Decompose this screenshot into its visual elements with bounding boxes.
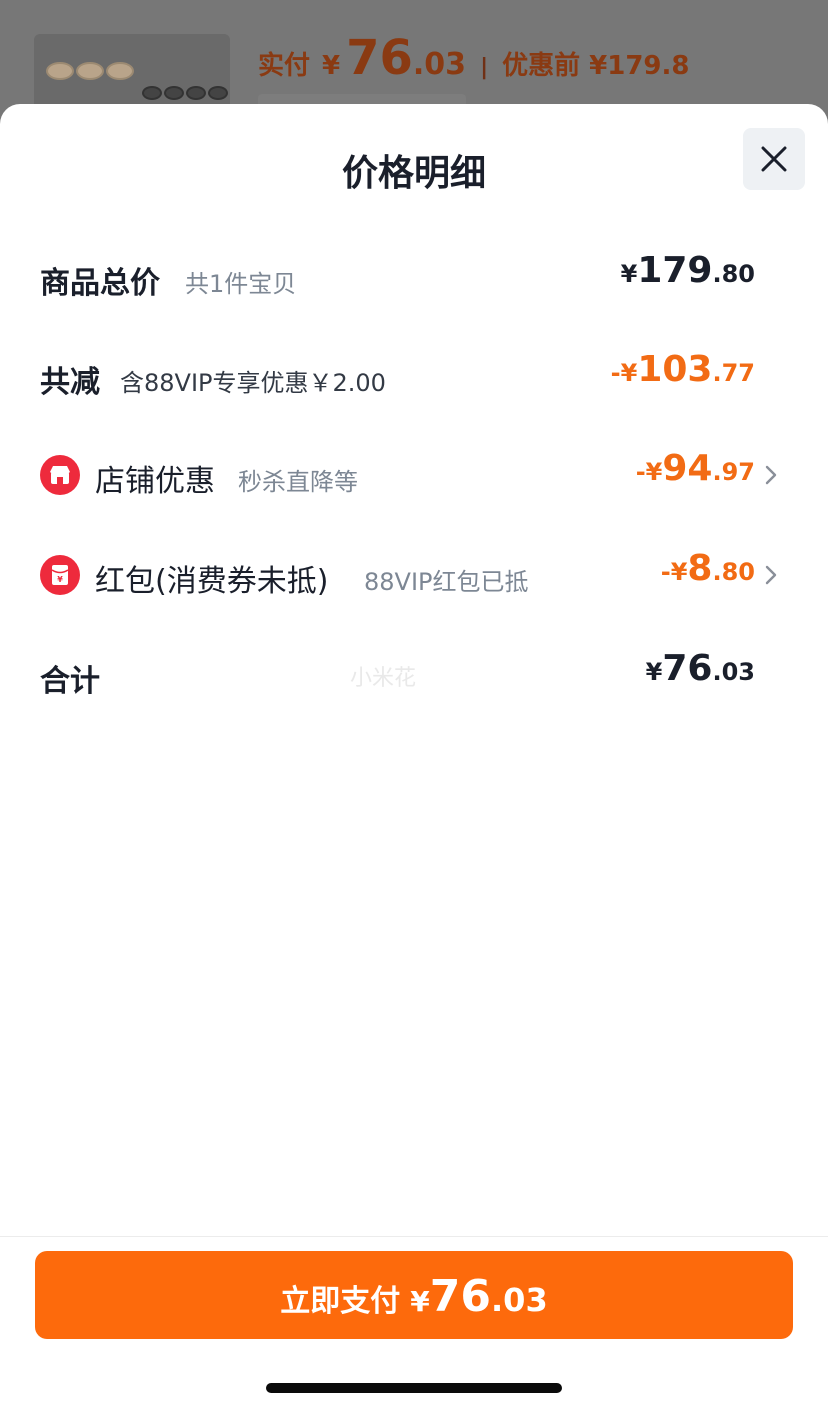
close-icon [761, 146, 787, 172]
pay-now-label: 立即支付 [280, 1284, 401, 1319]
currency-symbol: ¥ [322, 51, 341, 81]
amount-int: 8 [687, 548, 713, 589]
currency-symbol: -¥ [610, 359, 638, 387]
price-detail-sheet: 价格明细 商品总价 共1件宝贝 ¥ 179 .80 共减 含88VIP专享优惠￥… [0, 104, 828, 1412]
row-total-goods: 商品总价 共1件宝贝 ¥ 179 .80 [0, 246, 828, 306]
product-cup [208, 86, 228, 100]
actual-pay-dec: .03 [412, 47, 467, 82]
currency-symbol: ¥ [645, 658, 663, 686]
background-price-summary: 实付 ¥ 76 .03 | 优惠前 ¥179.8 [258, 30, 690, 90]
amount-int: 179 [637, 250, 713, 291]
original-price: 优惠前 ¥179.8 [502, 51, 690, 81]
product-thumbnail [34, 34, 230, 114]
store-discount-amount: -¥ 94 .97 [636, 448, 755, 489]
amount-int: 76 [662, 648, 713, 689]
chevron-right-icon [765, 565, 777, 585]
amount-int: 103 [637, 349, 713, 390]
total-goods-amount: ¥ 179 .80 [621, 250, 755, 291]
product-cup [186, 86, 206, 100]
store-icon [40, 455, 80, 495]
store-discount-label: 店铺优惠 [95, 464, 215, 499]
footer-divider [0, 1236, 828, 1237]
pay-amount-int: 76 [429, 1271, 492, 1322]
sum-amount: ¥ 76 .03 [646, 648, 755, 689]
amount-dec: .97 [712, 458, 755, 486]
sum-label: 合计 [40, 664, 100, 699]
pay-amount-dec: .03 [491, 1281, 548, 1319]
pay-now-button[interactable]: 立即支付 ¥ 76 .03 [35, 1251, 793, 1339]
red-packet-sub: 88VIP红包已抵 [364, 568, 529, 596]
currency-symbol: -¥ [635, 458, 663, 486]
actual-pay-label: 实付 [258, 51, 311, 81]
watermark: 小米花 [350, 666, 417, 691]
total-goods-count: 共1件宝贝 [185, 270, 297, 298]
total-reduce-label: 共减 [40, 365, 100, 400]
currency-symbol: ¥ [620, 260, 638, 288]
total-reduce-amount: -¥ 103 .77 [611, 349, 755, 390]
product-cup [142, 86, 162, 100]
currency-symbol: ¥ [410, 1285, 430, 1318]
red-packet-label: 红包(消费券未抵) [95, 564, 329, 599]
amount-dec: .80 [712, 558, 755, 586]
amount-int: 94 [662, 448, 713, 489]
red-packet-amount: -¥ 8 .80 [661, 548, 755, 589]
currency-symbol: -¥ [660, 558, 688, 586]
row-store-discount[interactable]: 店铺优惠 秒杀直降等 -¥ 94 .97 [0, 444, 828, 504]
close-button[interactable] [743, 128, 805, 190]
price-separator: | [480, 55, 489, 80]
home-indicator[interactable] [266, 1383, 562, 1393]
vip-discount-note: 含88VIP专享优惠￥2.00 [120, 369, 386, 397]
store-discount-sub: 秒杀直降等 [238, 468, 358, 496]
product-cup [164, 86, 184, 100]
sheet-title: 价格明细 [341, 153, 486, 194]
red-packet-icon: ¥ [40, 555, 80, 595]
amount-dec: .03 [712, 658, 755, 686]
svg-text:¥: ¥ [57, 575, 63, 584]
row-red-packet[interactable]: ¥ 红包(消费券未抵) 88VIP红包已抵 -¥ 8 .80 [0, 544, 828, 604]
row-total-reduce: 共减 含88VIP专享优惠￥2.00 -¥ 103 .77 [0, 345, 828, 405]
amount-dec: .80 [712, 260, 755, 288]
total-goods-label: 商品总价 [40, 266, 160, 301]
actual-pay-int: 76 [346, 30, 413, 86]
amount-dec: .77 [712, 359, 755, 387]
product-cup [76, 62, 104, 80]
product-cup [106, 62, 134, 80]
product-cup [46, 62, 74, 80]
chevron-right-icon [765, 465, 777, 485]
